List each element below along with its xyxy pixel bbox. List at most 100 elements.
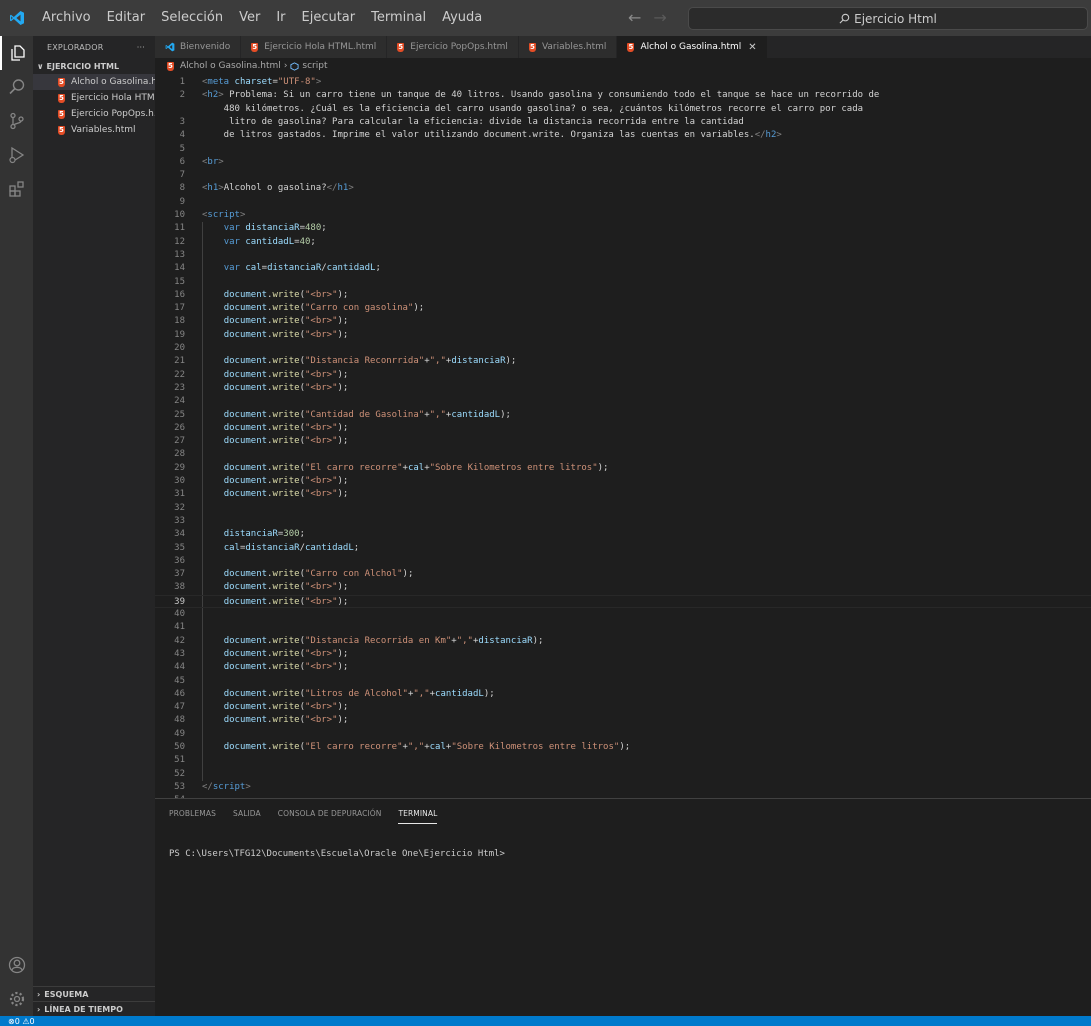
- code-line[interactable]: 21 document.write("Distancia Reconrrida"…: [155, 355, 1091, 368]
- tab-alchol-o-gasolina[interactable]: Alchol o Gasolina.html ✕: [617, 36, 768, 58]
- tab-consola-depuracion[interactable]: CONSOLA DE DEPURACIÓN: [278, 803, 382, 823]
- code-line[interactable]: 26 document.write("<br>");: [155, 422, 1091, 435]
- code-line[interactable]: 45: [155, 675, 1091, 688]
- code-line[interactable]: 11 var distanciaR=480;: [155, 222, 1091, 235]
- code-token: ;: [375, 263, 381, 274]
- file-item-alchol-o-gasolina[interactable]: Alchol o Gasolina.h...: [33, 74, 155, 90]
- code-line[interactable]: 49: [155, 728, 1091, 741]
- code-line[interactable]: 24: [155, 395, 1091, 408]
- code-line[interactable]: 16 document.write("<br>");: [155, 289, 1091, 302]
- code-line[interactable]: 8 <h1>Alcohol o gasolina?</h1>: [155, 182, 1091, 195]
- terminal-prompt[interactable]: PS C:\Users\TFG12\Documents\Escuela\Orac…: [169, 849, 505, 859]
- code-line[interactable]: 13: [155, 249, 1091, 262]
- code-line[interactable]: 28: [155, 448, 1091, 461]
- code-line[interactable]: 44 document.write("<br>");: [155, 661, 1091, 674]
- code-line[interactable]: 12 var cantidadL=40;: [155, 236, 1091, 249]
- tab-salida[interactable]: SALIDA: [233, 803, 261, 823]
- menu-item-ir[interactable]: Ir: [268, 0, 293, 36]
- gear-icon[interactable]: [0, 982, 33, 1016]
- code-line[interactable]: 51: [155, 754, 1091, 767]
- code-line[interactable]: 34 distanciaR=300;: [155, 528, 1091, 541]
- more-actions-icon[interactable]: ···: [137, 43, 145, 52]
- code-line[interactable]: 27 document.write("<br>");: [155, 435, 1091, 448]
- explorer-icon[interactable]: [0, 36, 33, 70]
- code-line[interactable]: 42 document.write("Distancia Recorrida e…: [155, 635, 1091, 648]
- code-line[interactable]: 39 document.write("<br>");: [155, 594, 1091, 608]
- code-line[interactable]: 9: [155, 196, 1091, 209]
- line-number: 33: [174, 515, 185, 526]
- code-line[interactable]: 46 document.write("Litros de Alcohol"+",…: [155, 688, 1091, 701]
- run-debug-icon[interactable]: [0, 138, 33, 172]
- code-line[interactable]: 52: [155, 768, 1091, 781]
- code-line[interactable]: 14 var cal=distanciaR/cantidadL;: [155, 262, 1091, 275]
- code-line[interactable]: 23 document.write("<br>");: [155, 382, 1091, 395]
- code-line[interactable]: 38 document.write("<br>");: [155, 581, 1091, 594]
- errors-status[interactable]: ⊗0 ⚠0: [8, 1017, 35, 1026]
- code-line[interactable]: 35 cal=distanciaR/cantidadL;: [155, 542, 1091, 555]
- tab-terminal[interactable]: TERMINAL: [398, 803, 438, 824]
- code-line[interactable]: 40: [155, 608, 1091, 621]
- code-line[interactable]: 7: [155, 169, 1091, 182]
- code-line[interactable]: 43 document.write("<br>");: [155, 648, 1091, 661]
- code-line[interactable]: 53 </script>: [155, 781, 1091, 794]
- breadcrumb: Alchol o Gasolina.html › script: [155, 58, 1091, 74]
- source-control-icon[interactable]: [0, 104, 33, 138]
- code-line[interactable]: 15: [155, 276, 1091, 289]
- tab-ejercicio-popops[interactable]: Ejercicio PopOps.html: [387, 36, 519, 58]
- tab-problemas[interactable]: PROBLEMAS: [169, 803, 216, 823]
- code-editor[interactable]: 1 <meta charset="UTF-8"> 2 <h2> Problema: S…: [155, 74, 1091, 819]
- file-item-variables[interactable]: Variables.html: [33, 122, 155, 138]
- menu-item-ejecutar[interactable]: Ejecutar: [294, 0, 364, 36]
- tab-ejercicio-hola-html[interactable]: Ejercicio Hola HTML.html: [241, 36, 388, 58]
- menu-item-ver[interactable]: Ver: [231, 0, 268, 36]
- code-line[interactable]: 20: [155, 342, 1091, 355]
- command-center[interactable]: Ejercicio Html: [688, 7, 1088, 30]
- extensions-icon[interactable]: [0, 172, 33, 206]
- code-line[interactable]: 6 <br>: [155, 156, 1091, 169]
- menu-item-ayuda[interactable]: Ayuda: [434, 0, 490, 36]
- search-icon[interactable]: [0, 70, 33, 104]
- code-line[interactable]: 10 <script>: [155, 209, 1091, 222]
- code-line[interactable]: 32: [155, 502, 1091, 515]
- forward-arrow-icon[interactable]: →: [653, 8, 666, 27]
- code-token: meta: [207, 77, 230, 87]
- code-line[interactable]: 3 litro de gasolina? Para calcular la ef…: [155, 116, 1091, 129]
- line-number: 24: [174, 396, 185, 407]
- tab-bienvenido[interactable]: Bienvenido: [155, 36, 242, 58]
- code-line[interactable]: 18 document.write("<br>");: [155, 315, 1091, 328]
- breadcrumb-symbol[interactable]: script: [302, 61, 327, 71]
- code-line[interactable]: 4 de litros gastados. Imprime el valor u…: [155, 129, 1091, 142]
- code-line[interactable]: 33: [155, 515, 1091, 528]
- tab-variables[interactable]: Variables.html: [518, 36, 618, 58]
- timeline-section-header[interactable]: › LÍNEA DE TIEMPO: [33, 1001, 155, 1016]
- accounts-icon[interactable]: [0, 948, 33, 982]
- menu-item-selección[interactable]: Selección: [153, 0, 231, 36]
- code-line[interactable]: 47 document.write("<br>");: [155, 701, 1091, 714]
- file-item-ejercicio-hola-html[interactable]: Ejercicio Hola HTM...: [33, 90, 155, 106]
- code-line[interactable]: 25 document.write("Cantidad de Gasolina"…: [155, 409, 1091, 422]
- code-line[interactable]: 1 <meta charset="UTF-8">: [155, 76, 1091, 89]
- back-arrow-icon[interactable]: ←: [628, 8, 641, 27]
- code-line[interactable]: 5: [155, 143, 1091, 156]
- code-line[interactable]: 41: [155, 621, 1091, 634]
- code-line[interactable]: 17 document.write("Carro con gasolina");: [155, 302, 1091, 315]
- code-line[interactable]: 48 document.write("<br>");: [155, 714, 1091, 727]
- breadcrumb-file[interactable]: Alchol o Gasolina.html: [180, 61, 281, 71]
- menu-item-terminal[interactable]: Terminal: [363, 0, 434, 36]
- code-line[interactable]: 22 document.write("<br>");: [155, 369, 1091, 382]
- code-line[interactable]: 30 document.write("<br>");: [155, 475, 1091, 488]
- code-line[interactable]: 19 document.write("<br>");: [155, 329, 1091, 342]
- outline-section-header[interactable]: › ESQUEMA: [33, 986, 155, 1001]
- file-item-ejercicio-popops[interactable]: Ejercicio PopOps.h...: [33, 106, 155, 122]
- code-line[interactable]: 37 document.write("Carro con Alchol");: [155, 568, 1091, 581]
- code-line[interactable]: 2 <h2> Problema: Si un carro tiene un tan…: [155, 89, 1091, 102]
- menu-item-editar[interactable]: Editar: [99, 0, 154, 36]
- menu-item-archivo[interactable]: Archivo: [34, 0, 99, 36]
- code-line[interactable]: 29 document.write("El carro recorre"+cal…: [155, 462, 1091, 475]
- workspace-section-header[interactable]: ∨ EJERCICIO HTML: [33, 58, 155, 74]
- code-line[interactable]: 31 document.write("<br>");: [155, 488, 1091, 501]
- code-line[interactable]: 36: [155, 555, 1091, 568]
- code-line[interactable]: 50 document.write("El carro recorre"+","…: [155, 741, 1091, 754]
- close-icon[interactable]: ✕: [748, 42, 756, 53]
- code-line[interactable]: 480 kilómetros. ¿Cuál es la eficiencia d…: [155, 103, 1091, 116]
